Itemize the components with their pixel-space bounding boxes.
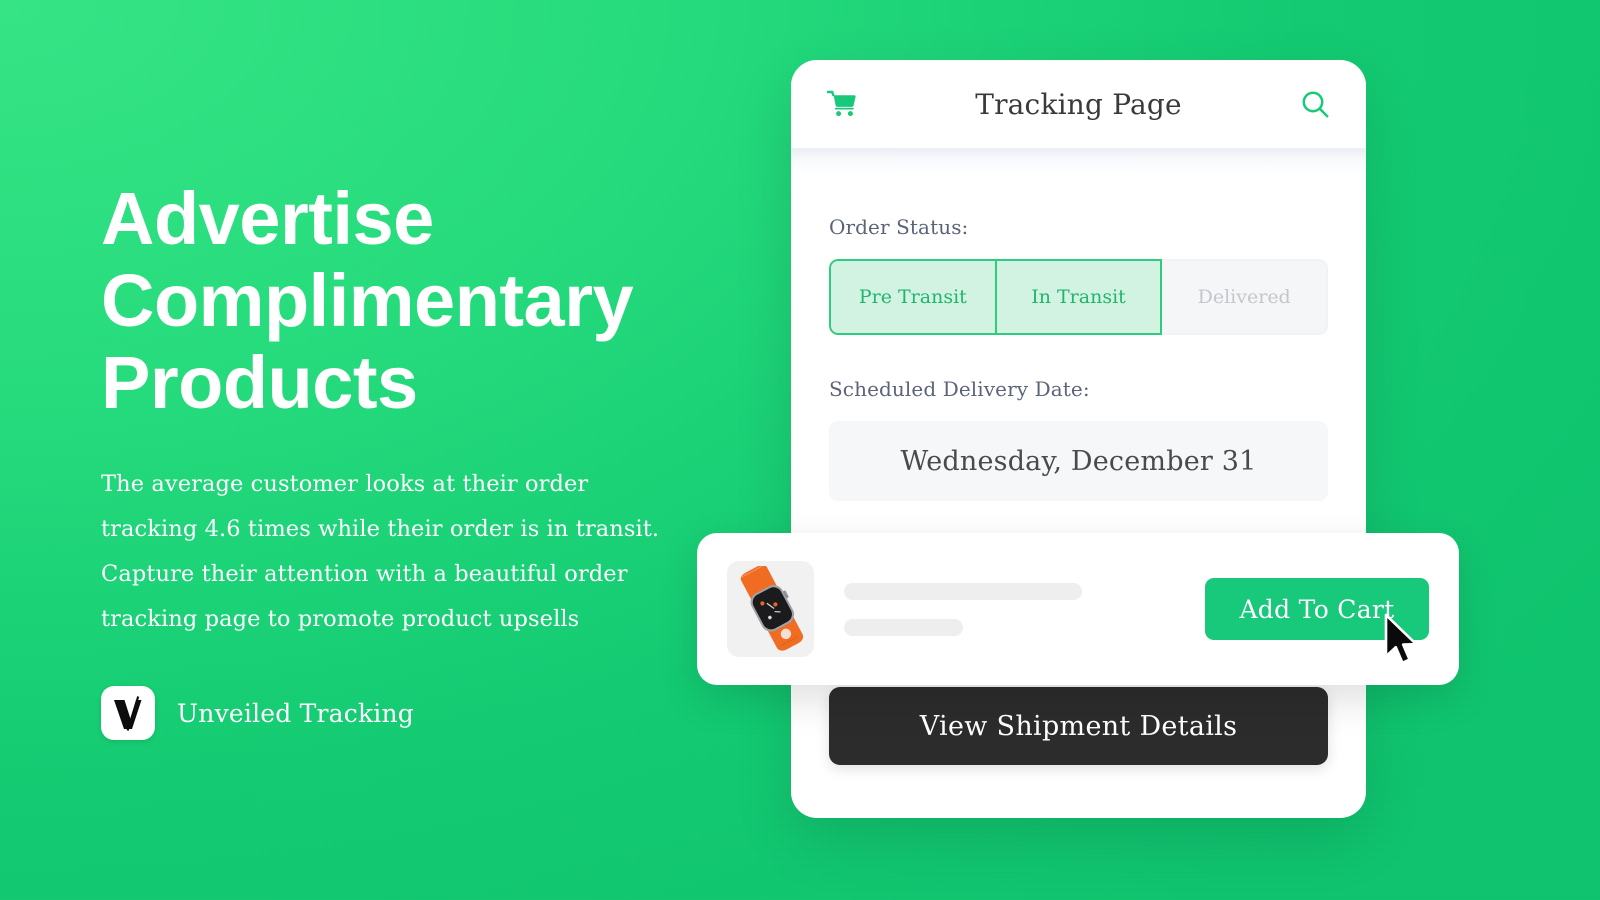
product-thumbnail[interactable] [727, 561, 814, 657]
order-status-label: Order Status: [829, 215, 969, 239]
poster-background: Advertise Complimentary Products The ave… [0, 0, 1600, 900]
hero-body-text: The average customer looks at their orde… [101, 471, 660, 632]
header-divider-shadow [791, 147, 1366, 173]
search-icon[interactable] [1298, 87, 1332, 121]
phone-header: Tracking Page [791, 60, 1366, 148]
segment-delivered[interactable]: Delivered [1162, 259, 1328, 335]
product-subtitle-skeleton [844, 618, 964, 636]
brand-name: Unveiled Tracking [177, 698, 415, 728]
unveiled-v-logo-icon [101, 686, 155, 740]
segment-pre-transit[interactable]: Pre Transit [829, 259, 997, 335]
phone-title: Tracking Page [975, 87, 1182, 121]
product-text-placeholders [814, 582, 1205, 636]
brand-row: Unveiled Tracking [101, 686, 721, 740]
segment-in-transit[interactable]: In Transit [994, 259, 1163, 335]
view-shipment-details-button[interactable]: View Shipment Details [829, 687, 1328, 765]
order-status-segmented-control: Pre Transit In Transit Delivered [829, 259, 1328, 335]
delivery-date-label: Scheduled Delivery Date: [829, 377, 1090, 401]
shopping-cart-icon[interactable] [825, 87, 859, 121]
delivery-date-value: Wednesday, December 31 [829, 421, 1328, 501]
tracking-page-mock: Tracking Page Order Status: Pre Transit … [791, 60, 1366, 818]
page-title: Advertise Complimentary Products [101, 177, 634, 424]
upsell-card: Add To Cart [697, 533, 1459, 685]
product-title-skeleton [844, 582, 1083, 600]
hero-text-block: Advertise Complimentary Products The ave… [101, 178, 721, 740]
add-to-cart-button[interactable]: Add To Cart [1205, 578, 1429, 640]
